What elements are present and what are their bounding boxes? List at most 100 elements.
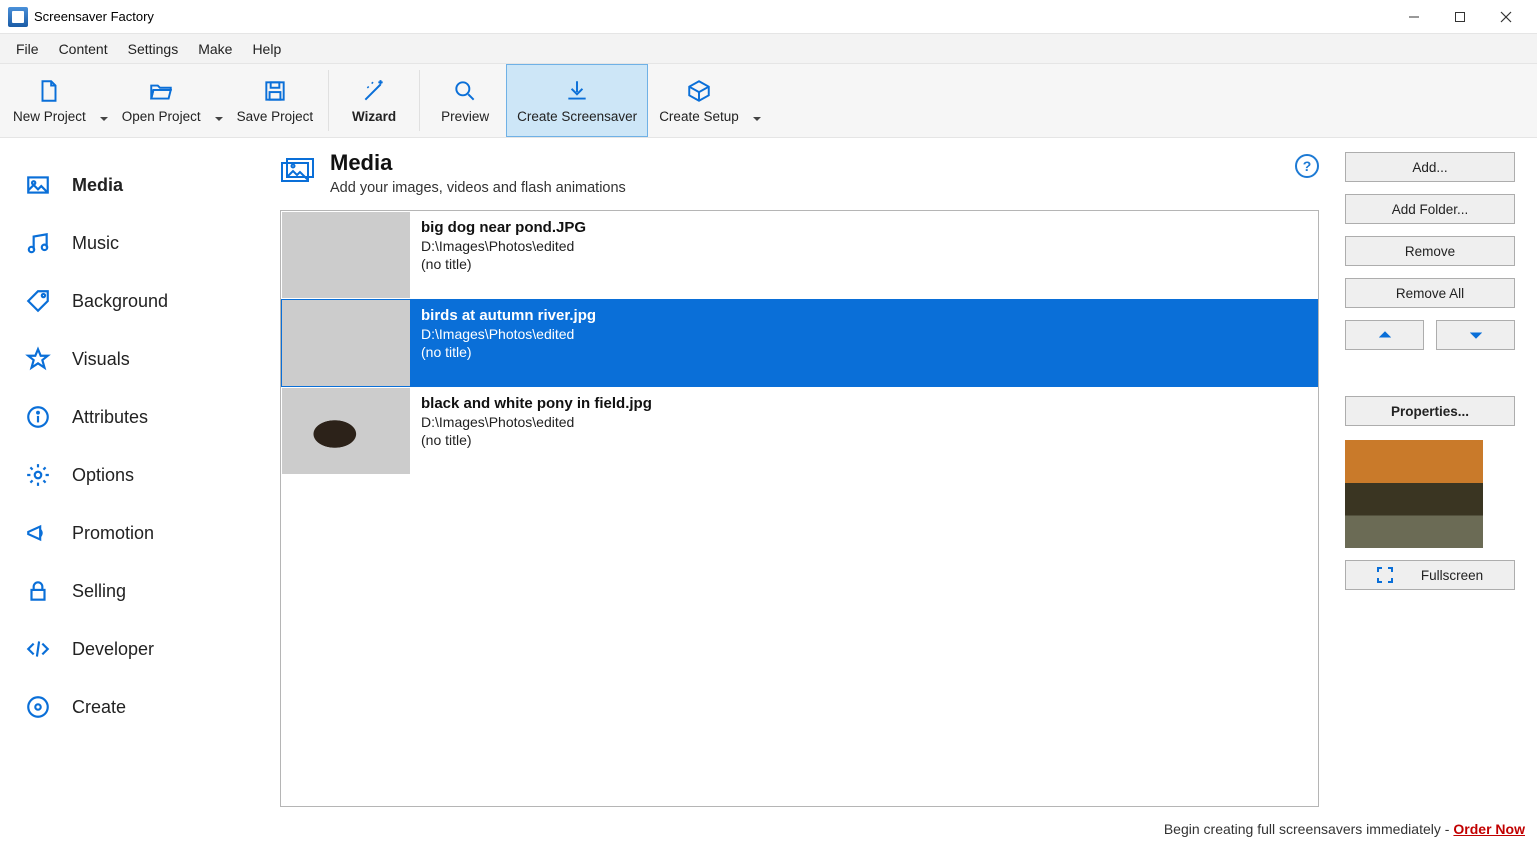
sidebar-item-label: Promotion [72, 523, 154, 544]
move-up-button[interactable] [1345, 320, 1424, 350]
media-row[interactable]: big dog near pond.JPG D:\Images\Photos\e… [281, 211, 1318, 299]
create-setup-button[interactable]: Create Setup [648, 64, 750, 137]
sidebar-item-promotion[interactable]: Promotion [14, 504, 264, 562]
media-row[interactable]: birds at autumn river.jpg D:\Images\Phot… [281, 299, 1318, 387]
page-title: Media [330, 150, 626, 176]
save-icon [261, 77, 289, 105]
package-icon [685, 77, 713, 105]
window-maximize-button[interactable] [1437, 0, 1483, 34]
sidebar-item-label: Media [72, 175, 123, 196]
sidebar-item-create[interactable]: Create [14, 678, 264, 736]
magic-wand-icon [360, 77, 388, 105]
toolbar-label: Create Screensaver [517, 109, 637, 124]
info-icon [18, 404, 58, 430]
window-close-button[interactable] [1483, 0, 1529, 34]
media-thumbnail [282, 388, 410, 474]
sidebar-item-background[interactable]: Background [14, 272, 264, 330]
sidebar-item-developer[interactable]: Developer [14, 620, 264, 678]
fullscreen-icon [1377, 567, 1393, 583]
sidebar-item-music[interactable]: Music [14, 214, 264, 272]
media-thumbnail [282, 300, 410, 386]
create-setup-dropdown[interactable] [750, 64, 764, 137]
media-filename: black and white pony in field.jpg [421, 395, 652, 412]
sidebar-item-label: Background [72, 291, 168, 312]
media-path: D:\Images\Photos\edited [421, 326, 596, 342]
toolbar-label: Save Project [237, 109, 314, 124]
page-subtitle: Add your images, videos and flash animat… [330, 180, 626, 196]
save-project-button[interactable]: Save Project [226, 64, 325, 137]
gear-icon [18, 462, 58, 488]
menu-settings[interactable]: Settings [118, 39, 189, 59]
menu-content[interactable]: Content [49, 39, 118, 59]
create-screensaver-button[interactable]: Create Screensaver [506, 64, 648, 137]
preview-thumbnail [1345, 440, 1483, 548]
fullscreen-button[interactable]: Fullscreen [1345, 560, 1515, 590]
toolbar: New Project Open Project Save Project Wi… [0, 64, 1537, 138]
open-project-dropdown[interactable] [212, 64, 226, 137]
media-path: D:\Images\Photos\edited [421, 414, 652, 430]
sidebar-item-label: Selling [72, 581, 126, 602]
remove-button[interactable]: Remove [1345, 236, 1515, 266]
sidebar-item-selling[interactable]: Selling [14, 562, 264, 620]
search-icon [451, 77, 479, 105]
music-icon [18, 230, 58, 256]
star-icon [18, 346, 58, 372]
statusbar: Begin creating full screensavers immedia… [0, 817, 1537, 841]
megaphone-icon [18, 520, 58, 546]
media-row[interactable]: black and white pony in field.jpg D:\Ima… [281, 387, 1318, 475]
sidebar: Media Music Background Visuals Attribute… [0, 138, 272, 817]
action-panel: Add... Add Folder... Remove Remove All P… [1345, 150, 1515, 807]
sidebar-item-visuals[interactable]: Visuals [14, 330, 264, 388]
menu-help[interactable]: Help [242, 39, 291, 59]
app-icon [8, 7, 28, 27]
content: Media Add your images, videos and flash … [272, 138, 1537, 817]
window-minimize-button[interactable] [1391, 0, 1437, 34]
toolbar-label: Open Project [122, 109, 201, 124]
properties-button[interactable]: Properties... [1345, 396, 1515, 426]
media-header-icon [280, 154, 316, 190]
help-button[interactable]: ? [1295, 154, 1319, 178]
toolbar-label: New Project [13, 109, 86, 124]
new-project-button[interactable]: New Project [2, 64, 97, 137]
preview-button[interactable]: Preview [424, 64, 506, 137]
sidebar-item-label: Options [72, 465, 134, 486]
order-now-link[interactable]: Order Now [1453, 821, 1525, 837]
image-icon [18, 172, 58, 198]
menu-file[interactable]: File [6, 39, 49, 59]
sidebar-item-media[interactable]: Media [14, 156, 264, 214]
sidebar-item-label: Attributes [72, 407, 148, 428]
toolbar-separator [419, 70, 420, 131]
sidebar-item-label: Music [72, 233, 119, 254]
new-project-dropdown[interactable] [97, 64, 111, 137]
fullscreen-label: Fullscreen [1421, 568, 1483, 583]
remove-all-button[interactable]: Remove All [1345, 278, 1515, 308]
disc-icon [18, 694, 58, 720]
sidebar-item-label: Create [72, 697, 126, 718]
media-list[interactable]: big dog near pond.JPG D:\Images\Photos\e… [280, 210, 1319, 807]
add-folder-button[interactable]: Add Folder... [1345, 194, 1515, 224]
menu-make[interactable]: Make [188, 39, 242, 59]
sidebar-item-attributes[interactable]: Attributes [14, 388, 264, 446]
media-filename: birds at autumn river.jpg [421, 307, 596, 324]
move-down-button[interactable] [1436, 320, 1515, 350]
menubar: File Content Settings Make Help [0, 34, 1537, 64]
sidebar-item-label: Visuals [72, 349, 130, 370]
wizard-button[interactable]: Wizard [333, 64, 415, 137]
sidebar-item-label: Developer [72, 639, 154, 660]
toolbar-label: Create Setup [659, 109, 739, 124]
folder-open-icon [147, 77, 175, 105]
open-project-button[interactable]: Open Project [111, 64, 212, 137]
content-header: Media Add your images, videos and flash … [280, 150, 1319, 196]
media-title: (no title) [421, 344, 596, 360]
sidebar-item-options[interactable]: Options [14, 446, 264, 504]
code-icon [18, 636, 58, 662]
media-title: (no title) [421, 256, 586, 272]
tag-icon [18, 288, 58, 314]
media-path: D:\Images\Photos\edited [421, 238, 586, 254]
add-button[interactable]: Add... [1345, 152, 1515, 182]
toolbar-label: Preview [441, 109, 489, 124]
status-text: Begin creating full screensavers immedia… [1164, 821, 1450, 837]
app-title: Screensaver Factory [34, 9, 154, 24]
titlebar: Screensaver Factory [0, 0, 1537, 34]
toolbar-separator [328, 70, 329, 131]
